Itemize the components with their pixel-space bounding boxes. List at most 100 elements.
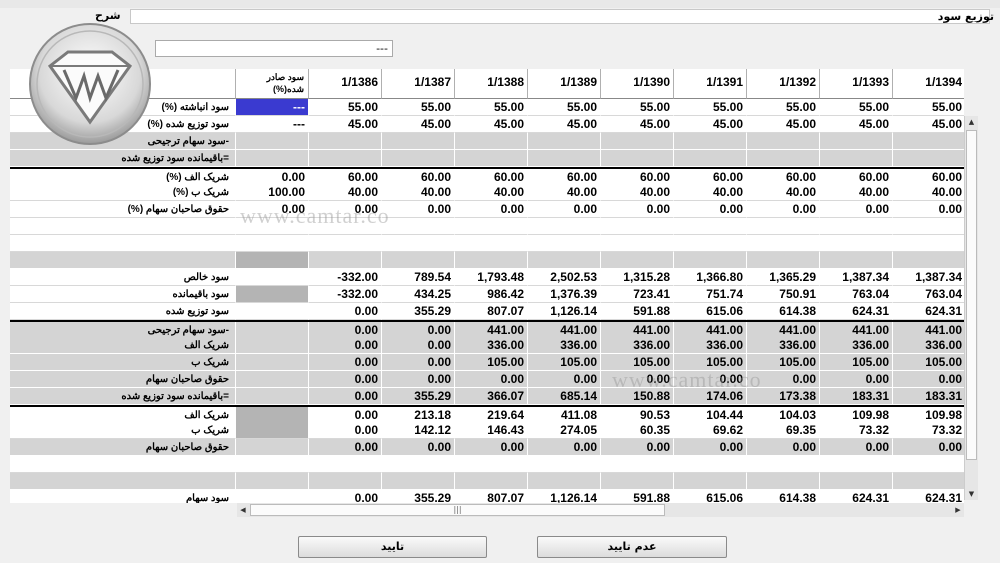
table-cell[interactable]: 614.38 [747, 303, 820, 320]
table-cell[interactable]: 45.00 [893, 116, 964, 133]
table-cell[interactable]: 751.74 [674, 286, 747, 303]
table-cell[interactable] [820, 218, 893, 235]
table-cell[interactable]: 55.00 [820, 99, 893, 116]
table-cell[interactable]: 0.00 [601, 439, 674, 456]
row-first-cell[interactable] [236, 439, 309, 456]
sharh-input[interactable] [130, 9, 990, 24]
table-cell[interactable] [528, 150, 601, 167]
vertical-scrollbar[interactable]: ▲ ▼ [964, 116, 978, 500]
table-cell[interactable] [893, 133, 964, 150]
table-cell[interactable]: 105.00 [674, 354, 747, 371]
table-cell[interactable] [674, 218, 747, 235]
table-cell[interactable]: 0.00 [455, 371, 528, 388]
table-cell[interactable]: 45.00 [455, 116, 528, 133]
column-header[interactable]: 1/1388 [455, 69, 528, 99]
column-header[interactable]: 1/1394 [893, 69, 964, 99]
table-cell[interactable]: 624.31 [820, 490, 893, 503]
table-cell[interactable]: 0.00 [309, 490, 382, 503]
table-cell[interactable]: 789.54 [382, 269, 455, 286]
table-cell[interactable]: 55.00 [601, 99, 674, 116]
table-cell[interactable]: 624.31 [893, 490, 964, 503]
table-cell[interactable]: 0.00 [528, 371, 601, 388]
table-cell[interactable]: 183.31 [820, 388, 893, 405]
arrow-left-icon[interactable]: ◀ [237, 504, 249, 516]
table-cell[interactable]: 1,366.80 [674, 269, 747, 286]
table-cell[interactable]: 624.31 [820, 303, 893, 320]
table-cell[interactable] [455, 218, 528, 235]
table-cell[interactable] [820, 456, 893, 473]
table-cell[interactable] [309, 456, 382, 473]
second-input[interactable]: --- [155, 40, 393, 57]
row-first-cell[interactable] [236, 133, 309, 150]
table-cell[interactable]: 0.00 [309, 371, 382, 388]
table-cell[interactable]: 0.00 [455, 201, 528, 218]
table-cell[interactable] [382, 218, 455, 235]
table-cell[interactable]: 336.00 [455, 337, 528, 354]
table-cell[interactable] [455, 150, 528, 167]
table-cell[interactable]: 591.88 [601, 303, 674, 320]
table-cell[interactable]: 0.00 [674, 201, 747, 218]
table-cell[interactable]: 1,387.34 [893, 269, 964, 286]
table-cell[interactable]: 986.42 [455, 286, 528, 303]
row-first-cell[interactable] [236, 150, 309, 167]
table-cell[interactable] [747, 235, 820, 252]
table-cell[interactable]: 55.00 [382, 99, 455, 116]
table-cell[interactable]: 0.00 [747, 371, 820, 388]
horizontal-scrollbar[interactable]: ◀ ||| ▶ [237, 503, 964, 517]
column-header[interactable]: 1/1389 [528, 69, 601, 99]
table-cell[interactable]: 40.00 [528, 184, 601, 201]
table-cell[interactable]: 45.00 [601, 116, 674, 133]
table-cell[interactable]: 274.05 [528, 422, 601, 439]
table-cell[interactable] [747, 150, 820, 167]
table-cell[interactable]: 0.00 [528, 201, 601, 218]
row-first-cell[interactable]: --- [236, 99, 309, 116]
table-cell[interactable]: 336.00 [674, 337, 747, 354]
table-cell[interactable] [455, 235, 528, 252]
table-cell[interactable]: 45.00 [674, 116, 747, 133]
row-first-cell[interactable] [236, 371, 309, 388]
table-cell[interactable]: 45.00 [820, 116, 893, 133]
row-first-cell[interactable] [236, 269, 309, 286]
column-header[interactable]: 1/1386 [309, 69, 382, 99]
column-header[interactable]: 1/1390 [601, 69, 674, 99]
table-cell[interactable] [309, 150, 382, 167]
column-header[interactable]: 1/1387 [382, 69, 455, 99]
confirm-button[interactable]: تایید [298, 536, 487, 558]
table-cell[interactable]: 336.00 [820, 337, 893, 354]
reject-button[interactable]: عدم تایید [537, 536, 727, 558]
table-cell[interactable] [382, 133, 455, 150]
table-cell[interactable]: 1,126.14 [528, 303, 601, 320]
table-cell[interactable]: 336.00 [601, 337, 674, 354]
table-cell[interactable]: 1,126.14 [528, 490, 601, 503]
table-cell[interactable]: 763.04 [820, 286, 893, 303]
table-cell[interactable]: 0.00 [309, 439, 382, 456]
table-cell[interactable]: 0.00 [528, 439, 601, 456]
table-cell[interactable]: 45.00 [747, 116, 820, 133]
table-cell[interactable] [528, 133, 601, 150]
table-cell[interactable]: 0.00 [309, 422, 382, 439]
table-cell[interactable]: 0.00 [382, 371, 455, 388]
table-cell[interactable]: 45.00 [309, 116, 382, 133]
table-cell[interactable] [893, 456, 964, 473]
table-cell[interactable]: 1,387.34 [820, 269, 893, 286]
table-cell[interactable] [455, 456, 528, 473]
table-cell[interactable] [820, 150, 893, 167]
table-cell[interactable]: 105.00 [455, 354, 528, 371]
table-cell[interactable] [309, 218, 382, 235]
table-cell[interactable] [382, 252, 455, 269]
table-cell[interactable]: 807.07 [455, 303, 528, 320]
table-cell[interactable]: 45.00 [382, 116, 455, 133]
table-cell[interactable]: 0.00 [674, 439, 747, 456]
table-cell[interactable] [528, 235, 601, 252]
table-cell[interactable] [382, 235, 455, 252]
table-cell[interactable]: 615.06 [674, 490, 747, 503]
table-cell[interactable]: 0.00 [382, 337, 455, 354]
table-cell[interactable]: 45.00 [528, 116, 601, 133]
table-cell[interactable]: 336.00 [528, 337, 601, 354]
row-first-cell[interactable] [236, 473, 309, 490]
table-cell[interactable]: 0.00 [674, 371, 747, 388]
table-cell[interactable]: 69.62 [674, 422, 747, 439]
row-first-cell[interactable] [236, 252, 309, 269]
table-cell[interactable] [309, 473, 382, 490]
table-cell[interactable]: -332.00 [309, 286, 382, 303]
